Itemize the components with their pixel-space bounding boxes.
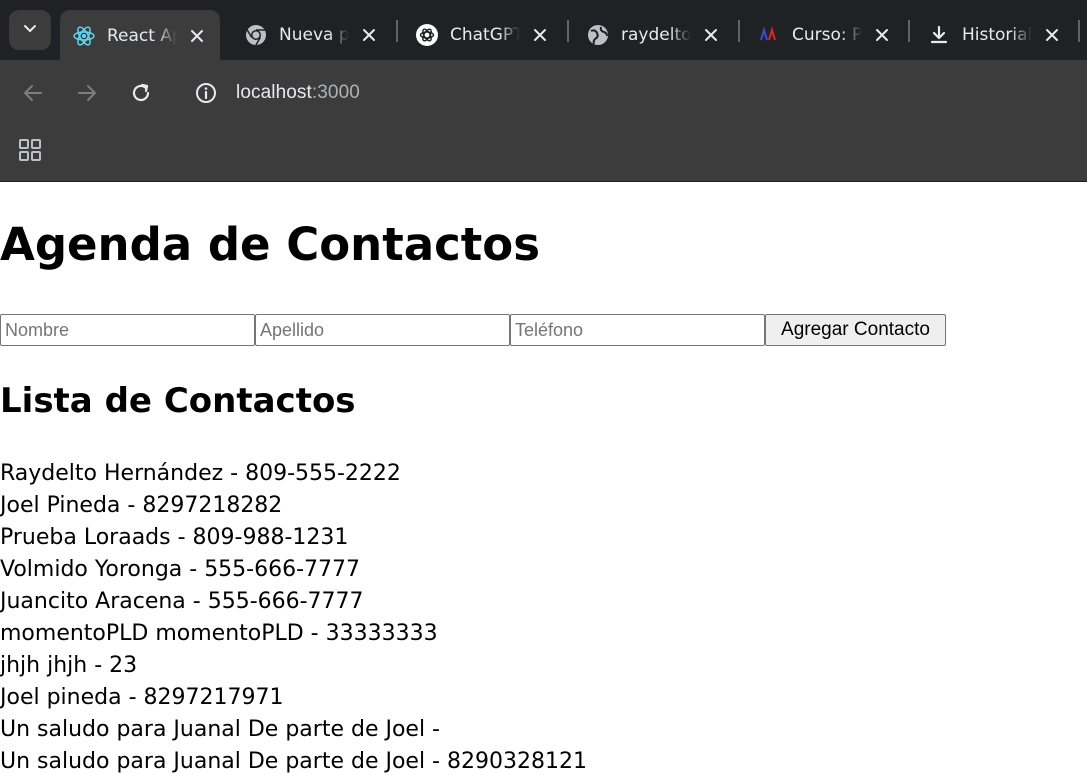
close-icon[interactable] xyxy=(1043,26,1061,44)
list-item: Joel pineda - 8297217971 xyxy=(0,685,284,710)
chrome-icon xyxy=(244,23,268,47)
page-content: Agenda de Contactos Agregar Contacto Lis… xyxy=(0,182,1087,774)
nombre-input[interactable] xyxy=(0,314,255,346)
list-item: Prueba Loraads - 809-988-1231 xyxy=(0,525,349,550)
site-info-button[interactable] xyxy=(193,82,219,108)
tab-divider xyxy=(396,20,398,42)
list-item: Juancito Aracena - 555-666-7777 xyxy=(0,589,364,614)
tab-title: Nueva pestaña xyxy=(279,25,349,45)
list-item: Joel Pineda - 8297218282 xyxy=(0,493,283,518)
close-icon[interactable] xyxy=(873,26,891,44)
tab-title: ChatGPT xyxy=(450,25,520,45)
close-icon[interactable] xyxy=(188,27,206,45)
apellido-input[interactable] xyxy=(255,314,510,346)
back-button[interactable] xyxy=(19,81,47,109)
contact-list-title: Lista de Contactos xyxy=(0,381,356,421)
page-title: Agenda de Contactos xyxy=(0,218,540,271)
tab-divider xyxy=(1078,20,1080,42)
apps-icon[interactable] xyxy=(18,138,42,162)
chatgpt-icon xyxy=(415,23,439,47)
list-item: jhjh jhjh - 23 xyxy=(0,653,138,678)
url-host: localhost xyxy=(236,82,312,103)
bookmarks-bar xyxy=(0,130,1087,182)
tab-nueva-pestana[interactable]: Nueva pestaña xyxy=(232,10,392,60)
forward-button[interactable] xyxy=(73,81,101,109)
list-item: momentoPLD momentoPLD - 33333333 xyxy=(0,621,438,646)
chevron-down-icon xyxy=(22,20,38,40)
tab-title: Curso: P xyxy=(792,25,862,45)
tab-strip: React App Nueva pestaña xyxy=(0,0,1087,62)
telefono-input[interactable] xyxy=(510,314,765,346)
url-port: :3000 xyxy=(311,82,360,103)
tab-search-button[interactable] xyxy=(9,10,51,50)
react-icon xyxy=(72,24,96,48)
course-icon xyxy=(757,23,781,47)
tab-title: Historial xyxy=(962,25,1032,45)
close-icon[interactable] xyxy=(702,26,720,44)
globe-icon xyxy=(586,23,610,47)
add-contact-button[interactable]: Agregar Contacto xyxy=(765,314,946,346)
tab-chatgpt[interactable]: ChatGPT xyxy=(403,10,563,60)
tab-react-app[interactable]: React App xyxy=(60,10,220,62)
arrow-left-icon xyxy=(22,82,44,108)
list-item: Volmido Yoronga - 555-666-7777 xyxy=(0,557,361,582)
download-icon xyxy=(927,23,951,47)
info-icon xyxy=(195,82,217,108)
tab-title: React App xyxy=(107,26,177,46)
tab-divider xyxy=(567,20,569,42)
contact-form: Agregar Contacto xyxy=(0,314,946,346)
tab-title: raydelto xyxy=(621,25,691,45)
list-item: Un saludo para Juanal De parte de Joel -… xyxy=(0,749,587,774)
tab-divider xyxy=(908,20,910,42)
address-bar[interactable]: localhost:3000 xyxy=(236,82,360,104)
arrow-right-icon xyxy=(76,82,98,108)
tab-curso[interactable]: Curso: P xyxy=(745,10,905,60)
tab-divider xyxy=(738,20,740,42)
tab-raydelto[interactable]: raydelto xyxy=(574,10,734,60)
contact-list: Raydelto Hernández - 809-555-2222 Joel P… xyxy=(0,458,587,774)
list-item: Raydelto Hernández - 809-555-2222 xyxy=(0,461,401,486)
tab-historial[interactable]: Historial xyxy=(915,10,1075,60)
close-icon[interactable] xyxy=(531,26,549,44)
list-item: Un saludo para Juanal De parte de Joel - xyxy=(0,717,440,742)
reload-button[interactable] xyxy=(127,81,155,109)
close-icon[interactable] xyxy=(360,26,378,44)
browser-toolbar: localhost:3000 xyxy=(0,60,1087,130)
reload-icon xyxy=(130,82,152,108)
